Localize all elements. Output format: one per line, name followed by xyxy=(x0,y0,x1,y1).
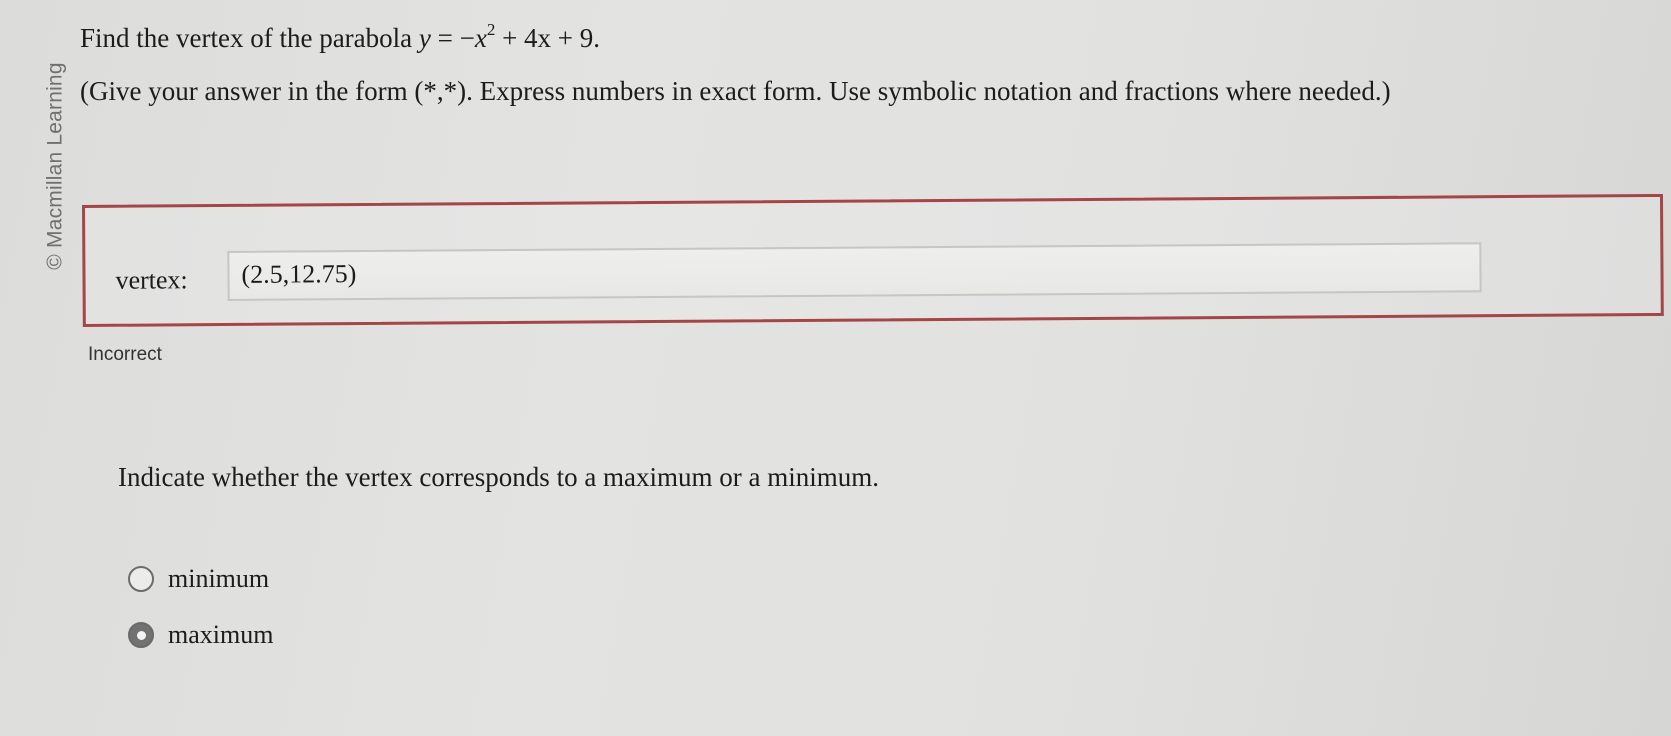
option-maximum[interactable]: maximum xyxy=(128,620,273,650)
answer-box: vertex: (2.5,12.75) xyxy=(82,193,1664,327)
vertex-label: vertex: xyxy=(115,265,188,295)
option-maximum-label: maximum xyxy=(168,620,274,649)
copyright-watermark: © Macmillan Learning xyxy=(42,46,70,286)
copyright-text: © Macmillan Learning xyxy=(44,62,67,270)
equation: y = −x2 + 4x + 9. xyxy=(418,20,601,53)
question-title: Find the vertex of the parabola y = −x2 … xyxy=(80,20,601,54)
equation-y: y xyxy=(418,23,431,53)
option-minimum[interactable]: minimum xyxy=(128,564,269,594)
status-message: Incorrect xyxy=(88,344,162,365)
equation-exponent: 2 xyxy=(486,20,496,39)
option-minimum-label: minimum xyxy=(168,564,270,593)
radio-maximum[interactable] xyxy=(128,622,154,648)
equation-equals: = − xyxy=(430,23,475,53)
equation-x: x xyxy=(474,23,487,53)
question-lead: Find the vertex of the parabola xyxy=(80,23,413,53)
vertex-input[interactable]: (2.5,12.75) xyxy=(227,242,1482,301)
instructions-text: (Give your answer in the form (*,*). Exp… xyxy=(80,76,1391,106)
radio-minimum[interactable] xyxy=(128,566,154,592)
max-min-prompt: Indicate whether the vertex corresponds … xyxy=(118,462,880,492)
equation-rest: + 4x + 9. xyxy=(495,23,601,53)
